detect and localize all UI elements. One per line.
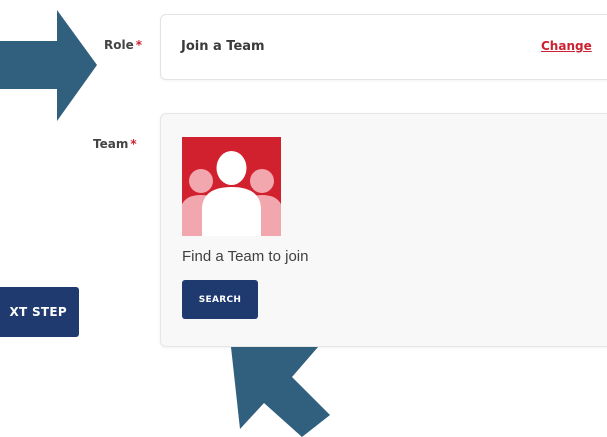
arrow-up-icon (231, 347, 330, 437)
arrow-right-icon (0, 10, 97, 121)
search-button[interactable]: SEARCH (182, 280, 258, 319)
team-field: Find a Team to join SEARCH (160, 113, 607, 347)
role-label-text: Role (104, 38, 134, 52)
team-label-text: Team (93, 137, 129, 151)
team-silhouette-icon (182, 137, 281, 236)
change-role-link[interactable]: Change (541, 39, 592, 53)
required-mark: * (135, 38, 143, 52)
role-value: Join a Team (181, 39, 265, 54)
role-label: Role * (104, 38, 142, 52)
find-team-prompt: Find a Team to join (182, 248, 309, 265)
team-label: Team * (93, 137, 137, 151)
next-step-button[interactable]: XT STEP (0, 287, 79, 337)
required-mark: * (130, 137, 137, 151)
role-field: Join a Team Change (160, 14, 607, 80)
